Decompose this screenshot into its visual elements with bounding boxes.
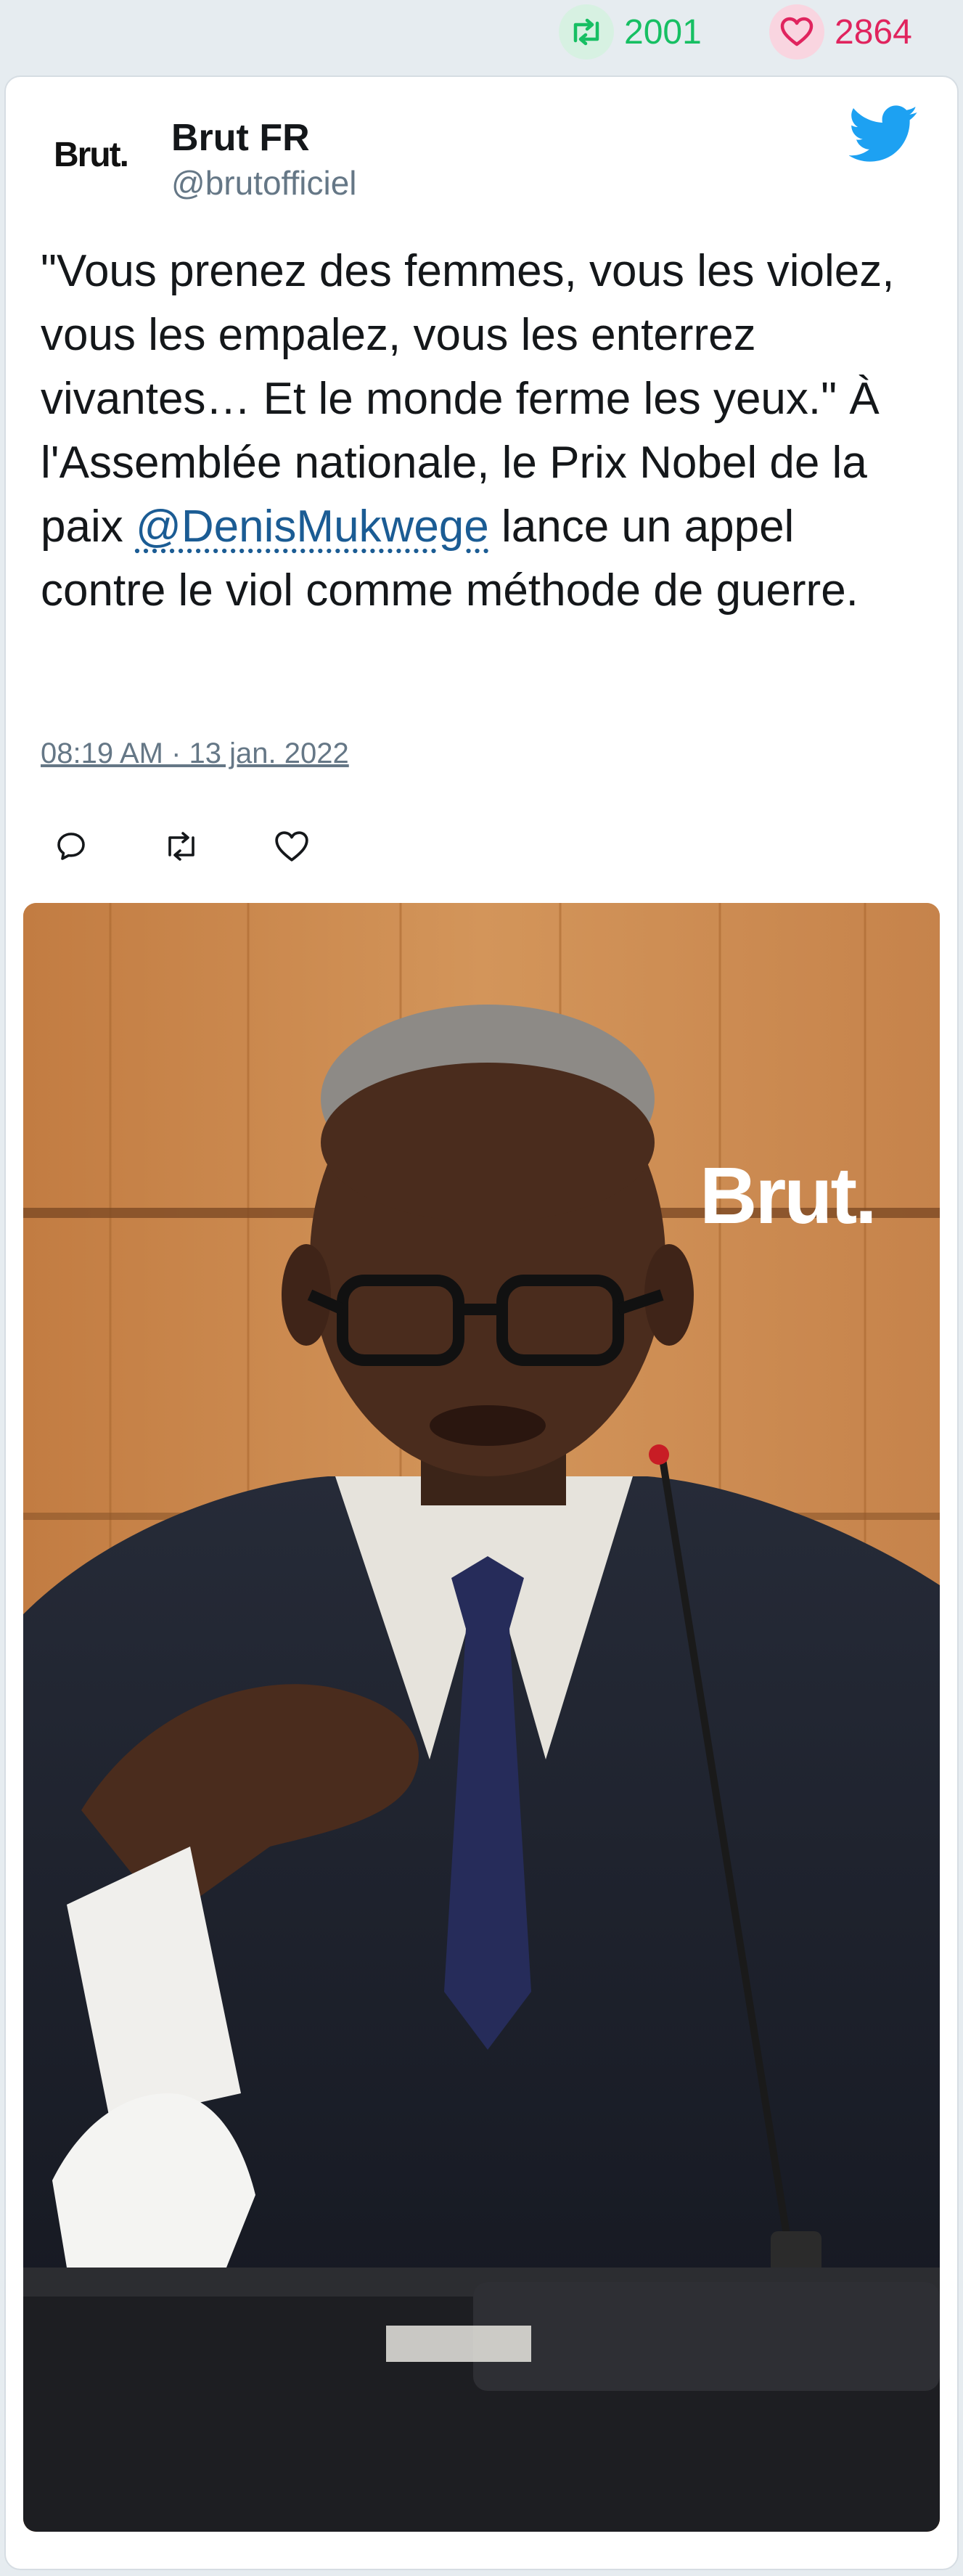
tweet-timestamp[interactable]: 08:19 AM · 13 jan. 2022 — [41, 737, 349, 770]
heart-icon — [769, 4, 824, 60]
mention-link[interactable]: @DenisMukwege — [136, 502, 489, 552]
engagement-bar: 2001 2864 — [0, 0, 963, 73]
reply-button[interactable] — [49, 825, 93, 868]
speaker-photo — [23, 903, 940, 2532]
avatar-logo[interactable]: Brut. — [54, 135, 148, 181]
twitter-bird-icon[interactable] — [849, 105, 919, 163]
heart-icon — [275, 831, 308, 862]
retweet-icon — [559, 4, 614, 60]
like-button[interactable] — [270, 825, 314, 868]
author-name[interactable]: Brut FR — [171, 116, 310, 160]
like-count[interactable]: 2864 — [769, 4, 912, 60]
retweet-icon — [168, 832, 194, 861]
retweet-count[interactable]: 2001 — [559, 4, 702, 60]
tweet-text: "Vous prenez des femmes, vous les violez… — [41, 240, 926, 623]
tweet-media-photo[interactable]: Brut. — [23, 903, 940, 2532]
retweet-button[interactable] — [160, 825, 203, 868]
like-count-value: 2864 — [835, 12, 912, 52]
brut-watermark: Brut. — [700, 1151, 877, 1240]
reply-icon — [57, 833, 85, 860]
author-handle[interactable]: @brutofficiel — [171, 163, 357, 203]
retweet-count-value: 2001 — [624, 12, 702, 52]
tweet-actions — [49, 825, 314, 868]
